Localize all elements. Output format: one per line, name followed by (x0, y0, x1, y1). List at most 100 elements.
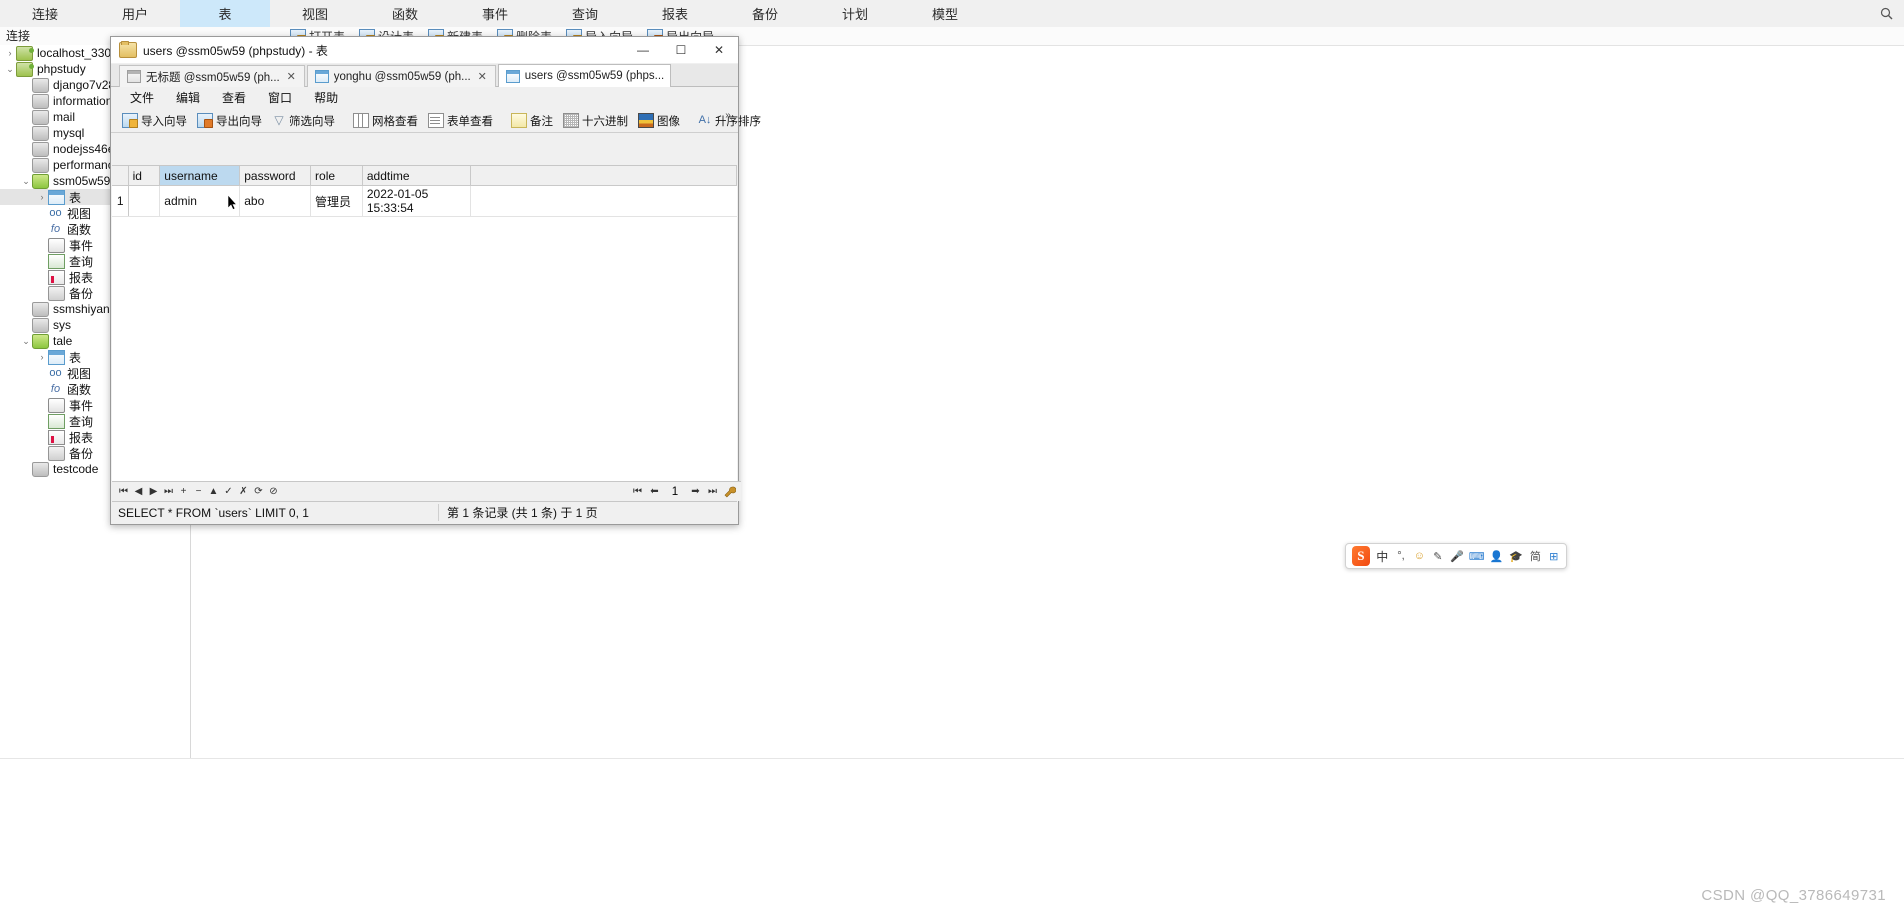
tree-spacer: · (20, 160, 32, 170)
skin-icon[interactable]: 🎓 (1509, 549, 1523, 563)
ribbon-item-connection[interactable]: 连接 (0, 0, 90, 27)
chevron-right-icon[interactable]: › (36, 192, 48, 202)
chevron-down-icon[interactable]: ⌄ (20, 176, 32, 187)
grid-column-header[interactable]: role (310, 166, 363, 186)
nav-add-record-button[interactable]: + (176, 483, 191, 500)
database-gray-icon (32, 301, 49, 317)
chevron-down-icon[interactable]: ⌄ (4, 64, 16, 75)
image-button[interactable]: 图像 (633, 110, 685, 131)
ime-mode-label[interactable]: 中 (1376, 548, 1389, 565)
grid-cell-password[interactable]: abo (239, 185, 312, 217)
menu-view[interactable]: 查看 (211, 87, 257, 109)
hex-button[interactable]: 十六进制 (558, 110, 633, 131)
import-wizard-label: 导入向导 (141, 115, 187, 128)
page-first-button[interactable]: ⏮ (630, 483, 645, 500)
table-window-icon (119, 41, 137, 58)
toolbox-icon[interactable]: ⊞ (1548, 549, 1560, 563)
table-icon (48, 349, 65, 365)
close-icon[interactable]: ✕ (285, 70, 298, 83)
voice-icon[interactable]: 🎤 (1450, 549, 1464, 563)
nav-stop-button[interactable]: ⊘ (266, 483, 281, 500)
import-wizard-button[interactable]: 导入向导 (117, 110, 192, 131)
table-row[interactable]: 1 admin abo 管理员 2022-01-05 15:33:54 (112, 185, 737, 217)
ribbon-item-model[interactable]: 模型 (900, 0, 990, 27)
grid-column-header[interactable]: id (128, 166, 161, 186)
ribbon-item-schedule[interactable]: 计划 (810, 0, 900, 27)
ribbon-item-table[interactable]: 表 (180, 0, 270, 27)
menu-window[interactable]: 窗口 (257, 87, 303, 109)
row-number-cell[interactable]: 1 (112, 185, 129, 217)
wrench-icon[interactable] (722, 483, 737, 500)
nav-edit-record-button[interactable]: ▲ (206, 483, 221, 500)
close-icon[interactable]: ✕ (476, 70, 489, 83)
page-next-button[interactable]: ➡ (688, 483, 703, 500)
menu-help[interactable]: 帮助 (303, 87, 349, 109)
grid-view-button[interactable]: 网格查看 (348, 110, 423, 131)
export-wizard-button[interactable]: 导出向导 (192, 110, 267, 131)
grid-column-header[interactable]: username (159, 166, 241, 186)
nav-next-record-button[interactable]: ▶ (146, 483, 161, 500)
nav-prev-record-button[interactable]: ◀ (131, 483, 146, 500)
page-last-button[interactable]: ⏭ (705, 483, 720, 500)
tree-node-label: 报表 (69, 430, 94, 445)
grid-column-header[interactable]: password (239, 166, 312, 186)
document-tab[interactable]: 无标题 @ssm05w59 (ph... ✕ (119, 65, 305, 87)
window-title-bar[interactable]: users @ssm05w59 (phpstudy) - 表 — ☐ ✕ (111, 37, 738, 64)
grid-header-filler (470, 166, 738, 186)
ribbon-item-report[interactable]: 报表 (630, 0, 720, 27)
document-tab[interactable]: yonghu @ssm05w59 (ph... ✕ (306, 65, 496, 87)
nav-last-record-button[interactable]: ⏭ (161, 483, 176, 500)
punctuation-icon[interactable]: °, (1395, 549, 1407, 563)
page-prev-button[interactable]: ⬅ (647, 483, 662, 500)
grid-cell-role[interactable]: 管理员 (310, 185, 363, 217)
search-icon[interactable] (1868, 0, 1904, 27)
chevron-right-icon[interactable]: › (4, 48, 16, 58)
tree-spacer: · (20, 320, 32, 330)
chevron-right-icon[interactable]: › (36, 352, 48, 362)
nav-apply-change-button[interactable]: ✓ (221, 483, 236, 500)
handwrite-icon[interactable]: ✎ (1432, 549, 1444, 563)
filter-wizard-button[interactable]: ▽ 筛选向导 (267, 110, 340, 131)
ribbon-item-user[interactable]: 用户 (90, 0, 180, 27)
sogou-logo-icon[interactable]: S (1352, 546, 1370, 566)
close-button[interactable]: ✕ (700, 37, 738, 63)
menu-file[interactable]: 文件 (119, 87, 165, 109)
ribbon-item-event[interactable]: 事件 (450, 0, 540, 27)
tree-node-label: 事件 (69, 238, 94, 253)
minimize-button[interactable]: — (624, 37, 662, 63)
chevron-down-icon[interactable]: ⌄ (20, 336, 32, 347)
tree-node-label: ssm05w59 (53, 174, 111, 188)
nav-refresh-button[interactable]: ⟳ (251, 483, 266, 500)
nav-delete-record-button[interactable]: − (191, 483, 206, 500)
ribbon-item-query[interactable]: 查询 (540, 0, 630, 27)
event-icon (48, 237, 65, 253)
maximize-button[interactable]: ☐ (662, 37, 700, 63)
document-tab[interactable]: users @ssm05w59 (phps... (497, 64, 672, 87)
form-view-button[interactable]: 表单查看 (423, 110, 498, 131)
ribbon-spacer (990, 0, 1868, 27)
user-icon[interactable]: 👤 (1490, 549, 1504, 563)
simplified-icon[interactable]: 简 (1529, 549, 1541, 563)
nav-first-record-button[interactable]: ⏮ (116, 483, 131, 500)
ribbon-item-view[interactable]: 视图 (270, 0, 360, 27)
grid-cell-addtime[interactable]: 2022-01-05 15:33:54 (362, 185, 471, 217)
grid-column-header[interactable]: addtime (362, 166, 471, 186)
memo-button[interactable]: 备注 (506, 110, 558, 131)
data-grid-container[interactable]: id username password role addtime 1 admin abo 管理… (112, 165, 738, 504)
tree-node-label: 视图 (67, 206, 92, 221)
nav-cancel-change-button[interactable]: ✗ (236, 483, 251, 500)
page-number-value[interactable]: 1 (664, 486, 686, 498)
ribbon-item-function[interactable]: 函数 (360, 0, 450, 27)
toolbar-overflow-chevron[interactable]: » (722, 111, 734, 121)
main-ribbon: 连接 用户 表 视图 函数 事件 查询 报表 备份 计划 模型 (0, 0, 1904, 28)
emoji-icon[interactable]: ☺ (1413, 549, 1425, 563)
document-tab-strip[interactable]: 无标题 @ssm05w59 (ph... ✕ yonghu @ssm05w59 (p… (111, 64, 738, 87)
menu-edit[interactable]: 编辑 (165, 87, 211, 109)
grid-corner-cell[interactable] (112, 166, 129, 186)
table-tab-icon (314, 70, 329, 83)
ribbon-item-backup[interactable]: 备份 (720, 0, 810, 27)
data-grid[interactable]: id username password role addtime 1 admin abo 管理… (112, 166, 738, 217)
grid-cell-id[interactable] (128, 185, 161, 217)
hex-icon (563, 113, 579, 128)
keyboard-icon[interactable]: ⌨ (1469, 549, 1485, 563)
